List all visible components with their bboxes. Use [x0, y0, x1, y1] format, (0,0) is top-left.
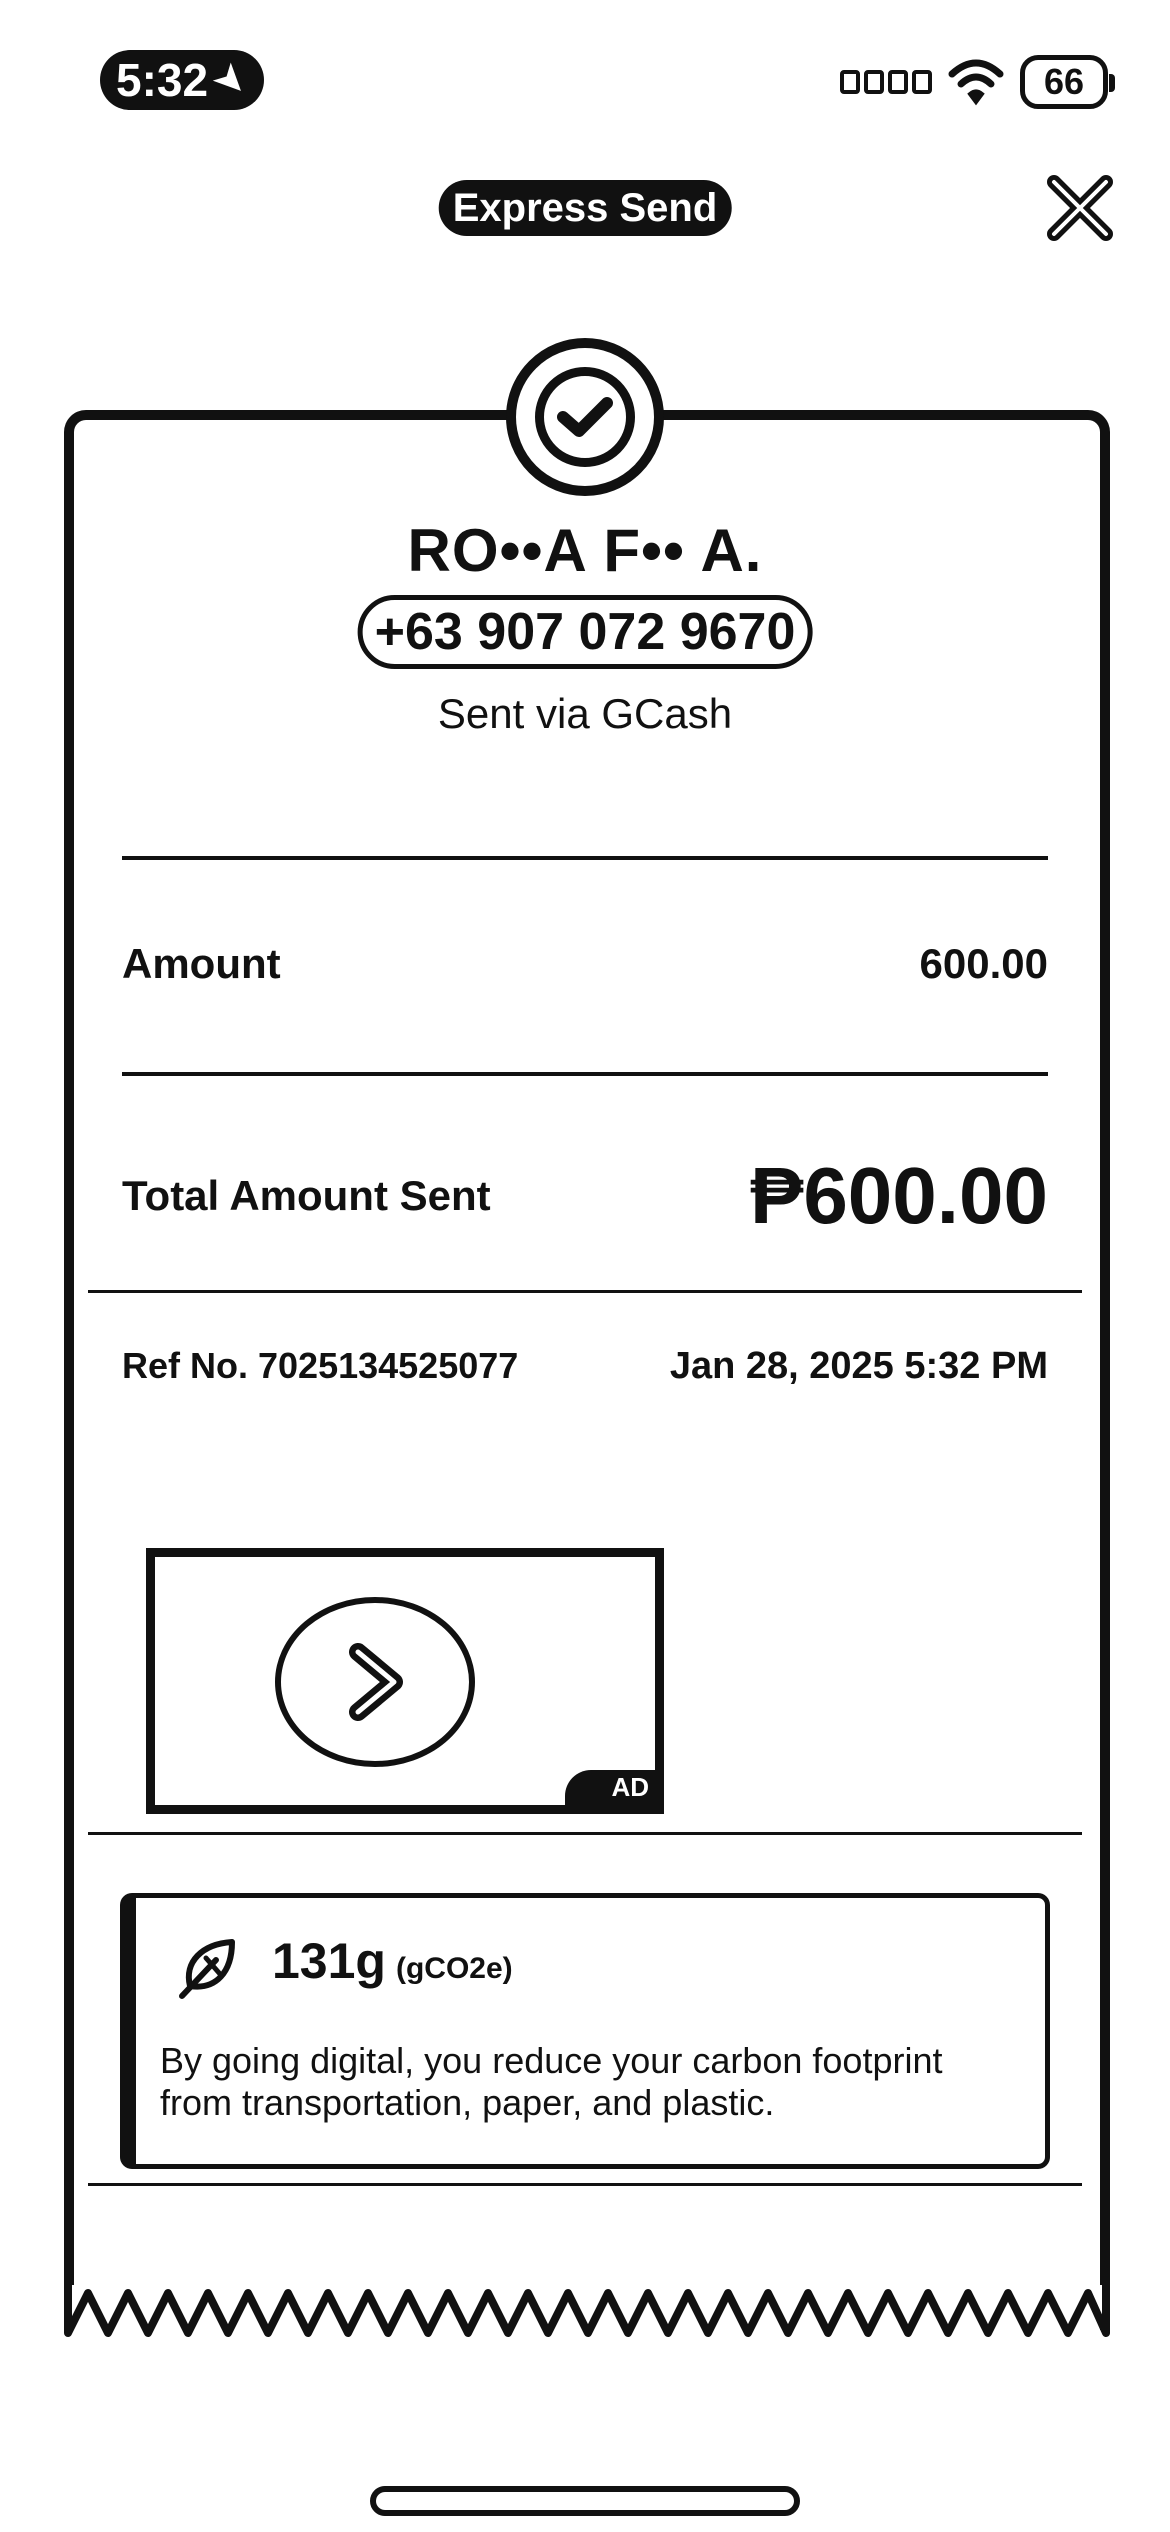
carbon-footprint-card: 131g (gCO2e) By going digital, you reduce…	[120, 1893, 1050, 2169]
carbon-amount: 131g (gCO2e)	[272, 1932, 513, 1990]
ad-badge: AD	[565, 1770, 655, 1805]
transaction-date: Jan 28, 2025 5:32 PM	[669, 1345, 1048, 1387]
divider	[88, 2183, 1082, 2186]
check-icon	[535, 367, 635, 467]
divider	[122, 1072, 1048, 1076]
success-badge	[506, 338, 664, 496]
carbon-unit: (gCO2e)	[395, 1952, 513, 1985]
carbon-value: 131g	[272, 1933, 386, 1989]
battery-level: 66	[1043, 61, 1085, 102]
carbon-description: By going digital, you reduce your carbon…	[160, 2040, 943, 2123]
home-indicator[interactable]	[370, 2486, 800, 2516]
total-amount: ₱600.00	[749, 1151, 1048, 1240]
amount-value: 600.00	[919, 940, 1048, 987]
wifi-icon	[948, 59, 1004, 106]
divider	[122, 856, 1048, 860]
total-label: Total Amount Sent	[122, 1172, 491, 1219]
amount-label: Amount	[122, 940, 281, 987]
leaf-icon	[179, 1939, 235, 1999]
page-title: Express Send	[438, 180, 732, 236]
chevron-right-icon[interactable]	[275, 1597, 475, 1767]
recipient-name: RO••A F•• A.	[407, 517, 763, 584]
signal-icon	[840, 70, 932, 94]
sent-via-text: Sent via GCash	[437, 690, 733, 737]
receipt-zigzag-edge	[64, 2285, 1110, 2337]
close-icon[interactable]	[1042, 170, 1118, 246]
status-time: 5:32 ➤	[100, 50, 264, 110]
battery-icon: 66	[1020, 55, 1115, 109]
divider	[88, 1290, 1082, 1293]
status-time-text: 5:32	[116, 54, 209, 106]
divider	[88, 1832, 1082, 1835]
ad-banner[interactable]: AD	[146, 1548, 664, 1814]
reference-number: Ref No. 7025134525077	[122, 1345, 519, 1386]
status-indicators: 66	[840, 50, 1115, 114]
recipient-phone: +63 907 072 9670	[357, 595, 813, 669]
